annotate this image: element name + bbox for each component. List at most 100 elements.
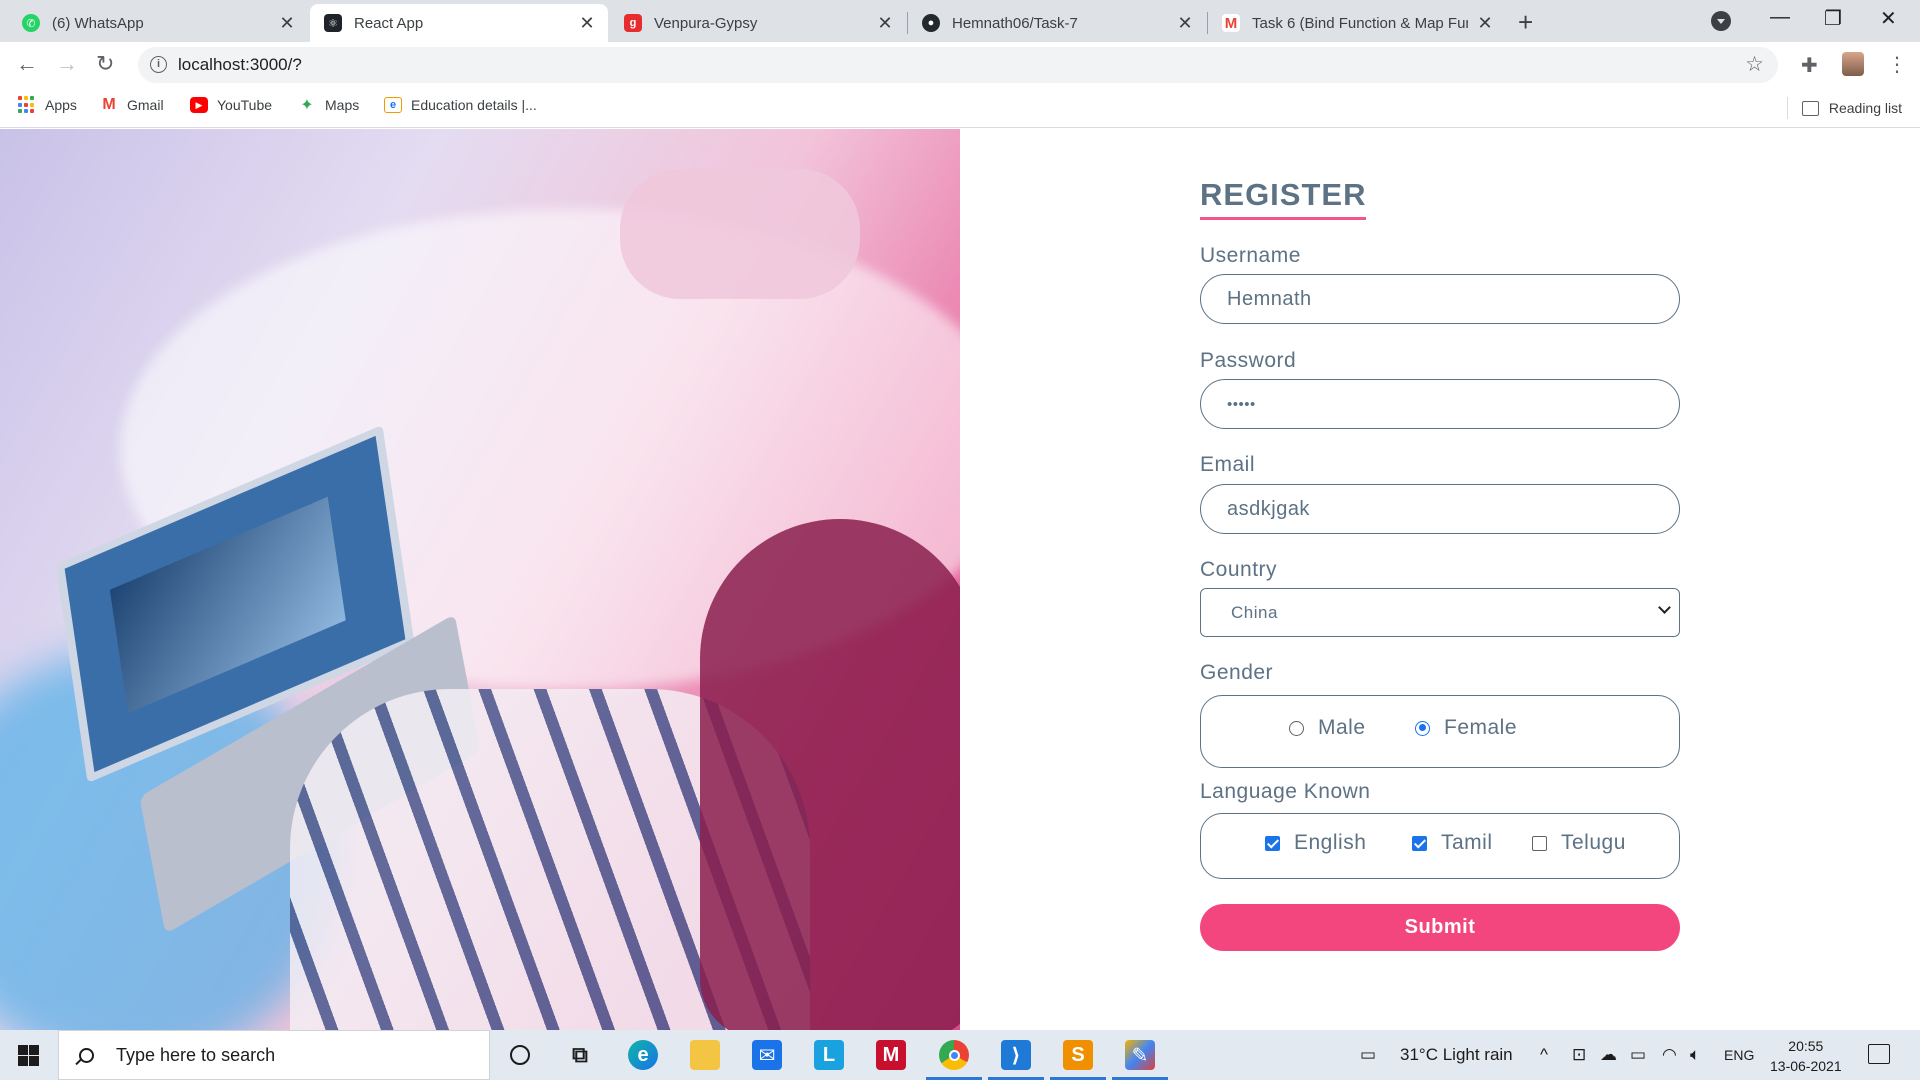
cortana-icon[interactable]: [505, 1040, 535, 1070]
reading-list-icon: [1801, 100, 1819, 116]
extensions-puzzle-icon[interactable]: ✚: [1801, 53, 1818, 78]
react-icon: ⚛: [324, 14, 342, 32]
tab-title: Hemnath06/Task-7: [952, 14, 1078, 32]
reading-list-label: Reading list: [1828, 100, 1902, 116]
github-icon: ●: [922, 14, 940, 32]
youtube-icon: ▶: [190, 97, 208, 113]
bookmark-apps[interactable]: Apps: [18, 96, 77, 114]
windows-start-icon[interactable]: [18, 1045, 39, 1066]
address-bar[interactable]: i localhost:3000/? ☆: [138, 47, 1778, 83]
close-icon[interactable]: ✕: [278, 13, 296, 34]
username-label: Username: [1200, 244, 1301, 267]
onedrive-icon[interactable]: ☁: [1600, 1045, 1617, 1065]
bookmark-star-icon[interactable]: ☆: [1745, 52, 1764, 77]
language-label: Language Known: [1200, 780, 1371, 803]
edge-icon[interactable]: e: [628, 1040, 658, 1070]
file-explorer-icon[interactable]: [690, 1040, 720, 1070]
email-input[interactable]: asdkjgak: [1200, 484, 1680, 534]
window-close-icon[interactable]: ✕: [1880, 6, 1897, 31]
submit-button[interactable]: Submit: [1200, 904, 1680, 951]
close-icon[interactable]: ✕: [578, 13, 596, 34]
l-app-icon[interactable]: L: [814, 1040, 844, 1070]
restore-icon[interactable]: ❐: [1824, 6, 1842, 31]
language-option-telugu[interactable]: Telugu: [1532, 831, 1626, 855]
gender-option-female[interactable]: Female: [1415, 716, 1517, 740]
taskbar-clock[interactable]: 20:55 13-06-2021: [1770, 1036, 1842, 1076]
mcafee-icon[interactable]: M: [876, 1040, 906, 1070]
language-indicator[interactable]: ENG: [1724, 1047, 1754, 1063]
tab-search-icon[interactable]: [1711, 11, 1731, 31]
notification-center-icon[interactable]: [1868, 1044, 1890, 1064]
email-label: Email: [1200, 453, 1256, 476]
education-icon: e: [384, 97, 402, 113]
tab-venpura[interactable]: g Venpura-Gypsy ✕: [610, 4, 906, 42]
tab-whatsapp[interactable]: ✆ (6) WhatsApp ✕: [8, 4, 308, 42]
search-placeholder: Type here to search: [116, 1044, 276, 1065]
vscode-icon[interactable]: ⟩: [1001, 1040, 1031, 1070]
page-content: REGISTER Username Hemnath Password •••••…: [0, 129, 1920, 1030]
reading-list[interactable]: Reading list: [1786, 97, 1902, 119]
form-heading: REGISTER: [1200, 177, 1367, 220]
back-arrow-icon[interactable]: ←: [16, 51, 38, 77]
bookmark-label: Maps: [325, 97, 360, 113]
weather-icon[interactable]: ▭: [1360, 1045, 1376, 1065]
tab-gmail-task6[interactable]: M Task 6 (Bind Function & Map Fun ✕: [1208, 4, 1506, 42]
close-icon[interactable]: ✕: [1176, 13, 1194, 34]
country-value: China: [1231, 602, 1278, 622]
maps-icon: ✦: [300, 97, 314, 114]
password-label: Password: [1200, 349, 1297, 372]
bookmark-education[interactable]: e Education details |...: [384, 97, 537, 113]
close-icon[interactable]: ✕: [876, 13, 894, 34]
username-input[interactable]: Hemnath: [1200, 274, 1680, 324]
profile-avatar[interactable]: [1842, 52, 1864, 76]
bookmark-youtube[interactable]: ▶ YouTube: [190, 97, 272, 113]
bookmark-gmail[interactable]: M Gmail: [100, 96, 164, 113]
chevron-up-icon[interactable]: ^: [1540, 1045, 1548, 1065]
browser-menu-icon[interactable]: ⋮: [1887, 52, 1907, 77]
checkbox[interactable]: [1412, 835, 1427, 851]
sublime-icon[interactable]: S: [1063, 1040, 1093, 1070]
password-input[interactable]: •••••: [1200, 379, 1680, 429]
bookmark-label: YouTube: [217, 97, 273, 113]
reload-icon[interactable]: ↻: [96, 51, 114, 77]
hero-shape: [620, 169, 860, 299]
language-option-tamil[interactable]: Tamil: [1412, 831, 1493, 855]
language-option-english[interactable]: English: [1265, 831, 1366, 855]
mail-icon[interactable]: ✉: [752, 1040, 782, 1070]
wifi-icon[interactable]: ◠: [1662, 1045, 1677, 1065]
checkbox[interactable]: [1265, 835, 1280, 851]
task-view-icon[interactable]: ⧉: [565, 1040, 595, 1070]
bookmark-maps[interactable]: ✦ Maps: [298, 97, 360, 114]
gender-label: Gender: [1200, 661, 1274, 684]
minimize-icon[interactable]: —: [1770, 6, 1790, 29]
taskbar-search-box[interactable]: Type here to search: [58, 1030, 490, 1080]
gender-option-male[interactable]: Male: [1289, 716, 1366, 740]
close-icon[interactable]: ✕: [1476, 13, 1494, 34]
chrome-icon[interactable]: [939, 1040, 969, 1070]
clock-time: 20:55: [1788, 1038, 1824, 1054]
battery-icon[interactable]: ▭: [1630, 1045, 1646, 1065]
paint-icon[interactable]: ✎: [1125, 1040, 1155, 1070]
bookmark-label: Apps: [45, 97, 77, 113]
meet-icon[interactable]: ⊡: [1572, 1045, 1586, 1065]
weather-text[interactable]: 31°C Light rain: [1400, 1045, 1513, 1065]
url-text[interactable]: localhost:3000/?: [178, 55, 302, 75]
radio-label: Female: [1444, 716, 1518, 739]
bookmark-label: Gmail: [127, 97, 164, 113]
forward-arrow-icon[interactable]: →: [56, 51, 78, 77]
browser-toolbar: ← → ↻ i localhost:3000/? ☆: [0, 42, 1920, 88]
radio-button[interactable]: [1289, 720, 1304, 736]
radio-button[interactable]: [1415, 720, 1430, 736]
checkbox[interactable]: [1532, 835, 1547, 851]
volume-icon[interactable]: 🔈︎: [1690, 1045, 1700, 1065]
chevron-down-icon: [1658, 601, 1671, 614]
apps-grid-icon: [18, 96, 36, 114]
gmail-icon: M: [102, 96, 116, 113]
new-tab-plus-icon[interactable]: +: [1518, 7, 1533, 38]
tab-github[interactable]: ● Hemnath06/Task-7 ✕: [908, 4, 1206, 42]
site-info-icon[interactable]: i: [150, 56, 167, 73]
checkbox-label: Tamil: [1441, 831, 1493, 854]
tab-react-app[interactable]: ⚛ React App ✕: [310, 4, 608, 42]
clock-date: 13-06-2021: [1770, 1058, 1842, 1074]
country-select[interactable]: China: [1200, 588, 1680, 637]
